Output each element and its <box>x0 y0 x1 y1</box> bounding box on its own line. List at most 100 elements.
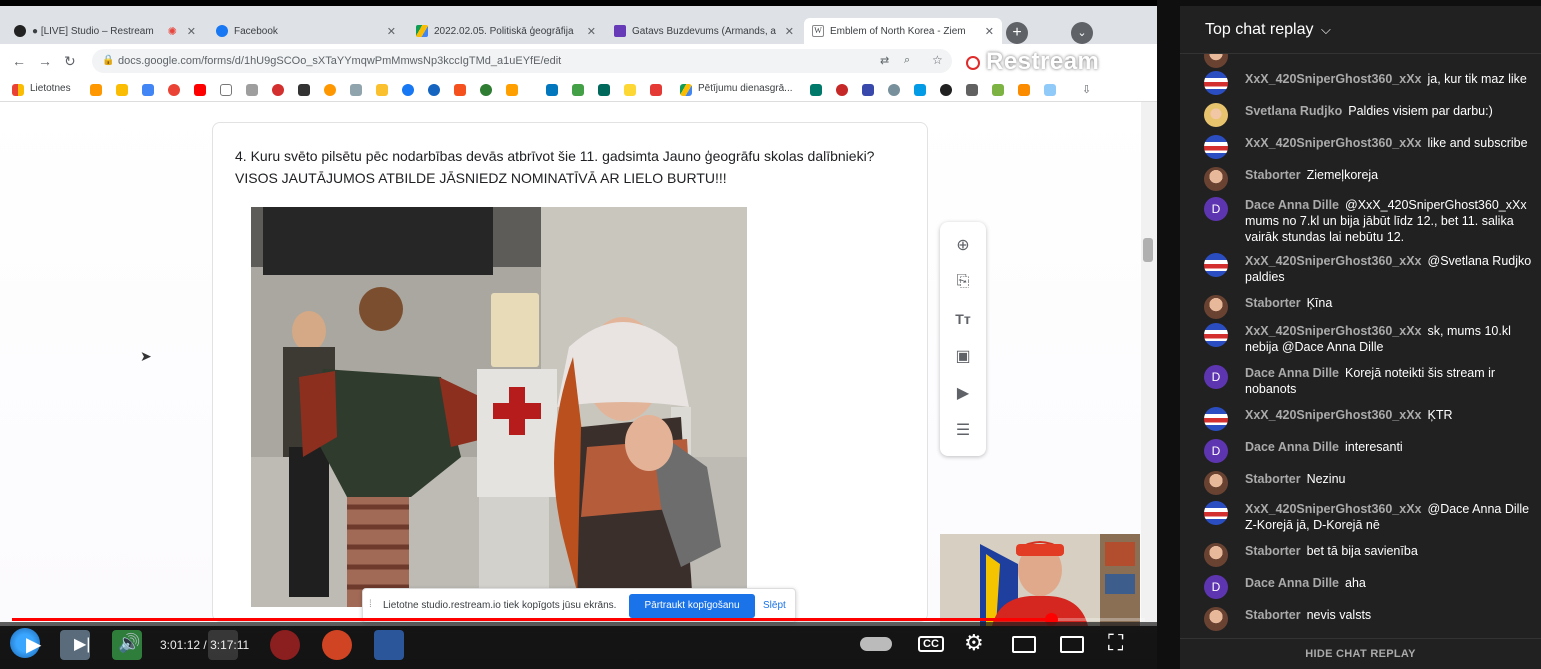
chat-author[interactable]: XxX_420SniperGhost360_xXx <box>1245 502 1422 516</box>
bookmark-icon[interactable] <box>90 84 102 96</box>
avatar[interactable] <box>1204 295 1228 319</box>
bookmark-icon[interactable] <box>480 84 492 96</box>
bookmark-icon[interactable] <box>168 84 180 96</box>
bookmark-icon[interactable] <box>914 84 926 96</box>
bookmark-icon[interactable] <box>1044 84 1056 96</box>
avatar[interactable] <box>1204 135 1228 159</box>
video-player[interactable]: ● [LIVE] Studio – Restream ✺ ✕ Facebook … <box>0 0 1157 669</box>
bookmark-icon[interactable] <box>650 84 662 96</box>
page-scroll-thumb[interactable] <box>1143 238 1153 262</box>
bookmark-icon[interactable] <box>546 84 558 96</box>
miniplayer-icon[interactable] <box>1012 636 1036 653</box>
chat-author[interactable]: Staborter <box>1245 472 1301 486</box>
avatar[interactable]: D <box>1204 197 1228 221</box>
hide-chat-replay-button[interactable]: HIDE CHAT REPLAY <box>1180 638 1541 669</box>
bookmark-icon[interactable] <box>506 84 518 96</box>
avatar[interactable] <box>1204 501 1228 525</box>
avatar[interactable]: D <box>1204 365 1228 389</box>
drag-handle-icon[interactable]: ⁞ <box>369 599 372 610</box>
chat-author[interactable]: Dace Anna Dille <box>1245 198 1339 212</box>
back-arrow-icon[interactable]: ← <box>12 53 26 69</box>
chat-author[interactable]: Staborter <box>1245 296 1301 310</box>
bookmark-star-icon[interactable]: ☆ <box>932 53 943 67</box>
page-scrollbar[interactable] <box>1141 102 1157 626</box>
bookmark-icon[interactable] <box>116 84 128 96</box>
chevron-down-icon[interactable]: ⌵ <box>1321 22 1331 38</box>
avatar[interactable] <box>1204 543 1228 567</box>
avatar[interactable] <box>1204 253 1228 277</box>
bookmark-icon[interactable] <box>598 84 610 96</box>
bookmark-icon[interactable] <box>324 84 336 96</box>
theater-mode-icon[interactable] <box>1060 636 1084 653</box>
add-question-icon[interactable]: ⊕ <box>952 234 974 256</box>
tab-google-drive[interactable]: 2022.02.05. Politiskā ģeogrāfija ✕ <box>408 18 604 44</box>
bookmark-icon[interactable] <box>966 84 978 96</box>
bookmark-icon[interactable] <box>624 84 636 96</box>
chat-message-list[interactable]: XxX_420SniperGhost360_xXx ja, kur tik maz… <box>1180 54 1541 638</box>
download-icon[interactable]: ⇩ <box>1082 83 1091 96</box>
translate-icon[interactable]: ⇄ <box>880 54 889 67</box>
avatar[interactable]: D <box>1204 439 1228 463</box>
captions-icon[interactable]: CC <box>918 636 944 652</box>
tab-wikipedia[interactable]: W Emblem of North Korea - Ziem ✕ <box>804 18 1002 44</box>
tab-facebook[interactable]: Facebook ✕ <box>208 18 404 44</box>
bookmark-icon[interactable] <box>194 84 206 96</box>
bookmark-research-diary[interactable]: Pētījumu dienasgrā... <box>698 83 793 94</box>
next-video-icon[interactable]: ▶| <box>74 634 90 654</box>
chat-author[interactable]: XxX_420SniperGhost360_xXx <box>1245 136 1422 150</box>
bookmark-icon[interactable] <box>220 84 232 96</box>
question-card[interactable]: 4. Kuru svēto pilsētu pēc nodarbības dev… <box>212 122 928 622</box>
add-title-icon[interactable]: Tт <box>952 308 974 330</box>
tab-forms[interactable]: Gatavs Buzdevums (Armands, a ✕ <box>606 18 802 44</box>
bookmark-icon[interactable] <box>402 84 414 96</box>
seek-bar[interactable] <box>12 613 1145 626</box>
avatar[interactable] <box>1204 407 1228 431</box>
bookmark-icon[interactable] <box>836 84 848 96</box>
bookmark-icon[interactable] <box>428 84 440 96</box>
new-tab-button[interactable]: + <box>1006 22 1028 44</box>
bookmark-icon[interactable] <box>142 84 154 96</box>
tab-restream-studio[interactable]: ● [LIVE] Studio – Restream ✺ ✕ <box>6 18 204 44</box>
add-image-icon[interactable]: ▣ <box>952 345 974 367</box>
bookmark-icon[interactable] <box>272 84 284 96</box>
avatar[interactable] <box>1204 323 1228 347</box>
close-tab-icon[interactable]: ✕ <box>387 25 396 38</box>
close-tab-icon[interactable]: ✕ <box>587 25 596 38</box>
forward-arrow-icon[interactable]: → <box>38 53 52 69</box>
close-tab-icon[interactable]: ✕ <box>985 25 994 38</box>
chat-author[interactable]: Staborter <box>1245 608 1301 622</box>
volume-icon[interactable]: 🔊 <box>118 633 140 654</box>
import-questions-icon[interactable]: ⎘ <box>952 271 974 293</box>
chat-author[interactable]: XxX_420SniperGhost360_xXx <box>1245 72 1422 86</box>
settings-gear-icon[interactable]: ⚙ <box>964 630 984 656</box>
close-tab-icon[interactable]: ✕ <box>785 25 794 38</box>
reload-icon[interactable]: ↻ <box>64 53 76 70</box>
zoom-icon[interactable]: ⌕ <box>904 54 910 67</box>
chat-author[interactable]: Svetlana Rudjko <box>1245 104 1342 118</box>
chat-author[interactable]: Dace Anna Dille <box>1245 576 1339 590</box>
bookmark-icon[interactable] <box>992 84 1004 96</box>
address-bar[interactable]: 🔒 docs.google.com/forms/d/1hU9gSCOo_sXTa… <box>92 49 952 73</box>
bookmark-icon[interactable] <box>862 84 874 96</box>
chat-author[interactable]: XxX_420SniperGhost360_xXx <box>1245 254 1422 268</box>
avatar[interactable] <box>1204 71 1228 95</box>
bookmark-icon[interactable] <box>1018 84 1030 96</box>
avatar[interactable] <box>1204 471 1228 495</box>
add-section-icon[interactable]: ☰ <box>952 419 974 441</box>
avatar[interactable] <box>1204 103 1228 127</box>
avatar[interactable]: D <box>1204 575 1228 599</box>
add-video-icon[interactable]: ▶ <box>952 382 974 404</box>
stop-sharing-button[interactable]: Pārtraukt kopīgošanu <box>629 594 755 618</box>
chat-author[interactable]: Staborter <box>1245 168 1301 182</box>
tab-search-chevron-icon[interactable]: ⌄ <box>1071 22 1093 44</box>
bookmark-icon[interactable] <box>298 84 310 96</box>
hide-share-bar-button[interactable]: Slēpt <box>763 600 786 611</box>
fullscreen-icon[interactable]: ⛶ <box>1108 630 1123 656</box>
bookmark-icon[interactable] <box>376 84 388 96</box>
chat-author[interactable]: Staborter <box>1245 544 1301 558</box>
bookmark-icon[interactable] <box>940 84 952 96</box>
bookmark-icon[interactable] <box>350 84 362 96</box>
chat-author[interactable]: XxX_420SniperGhost360_xXx <box>1245 408 1422 422</box>
chat-author[interactable]: Dace Anna Dille <box>1245 440 1339 454</box>
close-tab-icon[interactable]: ✕ <box>187 25 196 38</box>
